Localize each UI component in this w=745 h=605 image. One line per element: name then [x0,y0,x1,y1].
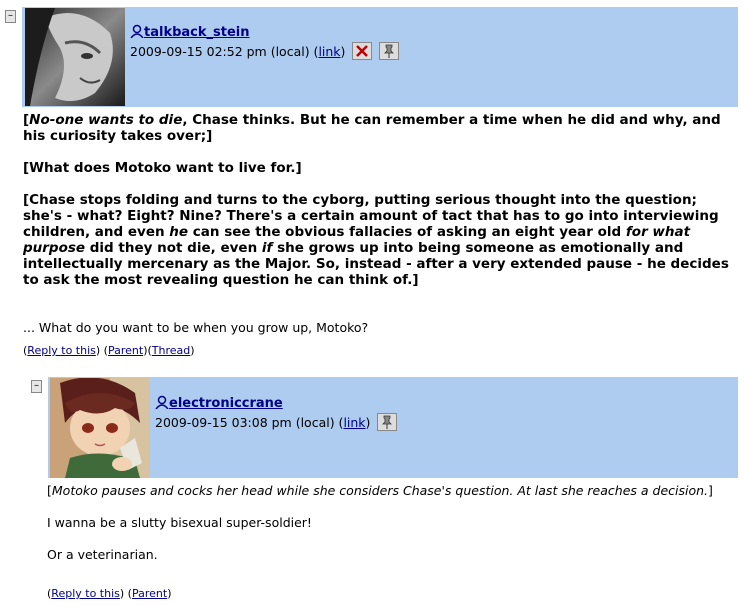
parent-link[interactable]: Parent [132,587,167,600]
comment-meta: 2009-09-15 03:08 pm (local) (link) [155,413,398,431]
comment-quote: ... What do you want to be when you grow… [23,320,369,335]
username-link[interactable]: electroniccrane [169,396,283,411]
pushpin-icon [384,44,395,58]
comment-date: 2009-09-15 02:52 pm (local) [130,44,310,59]
avatar-image [50,378,150,478]
username-link[interactable]: talkback_stein [144,25,250,40]
track-button[interactable] [379,42,400,60]
comment-footer: (Reply to this) (Parent) [47,587,172,600]
pushpin-icon [382,415,393,429]
avatar[interactable] [50,378,150,478]
thread-link[interactable]: Thread [152,344,190,357]
reply-link[interactable]: Reply to this [51,587,120,600]
paragraph-1: [No-one wants to die, Chase thinks. But … [23,112,721,144]
delete-button[interactable] [352,42,373,60]
delete-icon [356,45,369,57]
comment-date: 2009-09-15 03:08 pm (local) [155,415,335,430]
paragraph-3: [Chase stops folding and turns to the cy… [23,192,729,288]
user-icon [130,24,144,39]
collapse-button[interactable]: – [31,380,42,393]
avatar-image [25,8,125,106]
paragraph-3: Or a veterinarian. [47,547,158,562]
collapse-button[interactable]: – [5,10,16,23]
permalink[interactable]: link [343,415,365,430]
username-line: electroniccrane [155,395,283,411]
reply-link[interactable]: Reply to this [27,344,96,357]
comment-footer: (Reply to this) (Parent)(Thread) [23,344,195,357]
parent-link[interactable]: Parent [108,344,143,357]
username-line: talkback_stein [130,24,250,40]
paragraph-1: [Motoko pauses and cocks her head while … [47,483,713,498]
comment-meta: 2009-09-15 02:52 pm (local) (link) [130,42,400,60]
permalink[interactable]: link [318,44,340,59]
user-icon [155,395,169,410]
comment-body: [No-one wants to die, Chase thinks. But … [23,112,738,288]
paragraph-2: [What does Motoko want to live for.] [23,160,302,176]
comment-body: [Motoko pauses and cocks her head while … [47,483,737,563]
avatar[interactable] [25,8,125,106]
paragraph-2: I wanna be a slutty bisexual super-soldi… [47,515,312,530]
track-button[interactable] [377,413,398,431]
